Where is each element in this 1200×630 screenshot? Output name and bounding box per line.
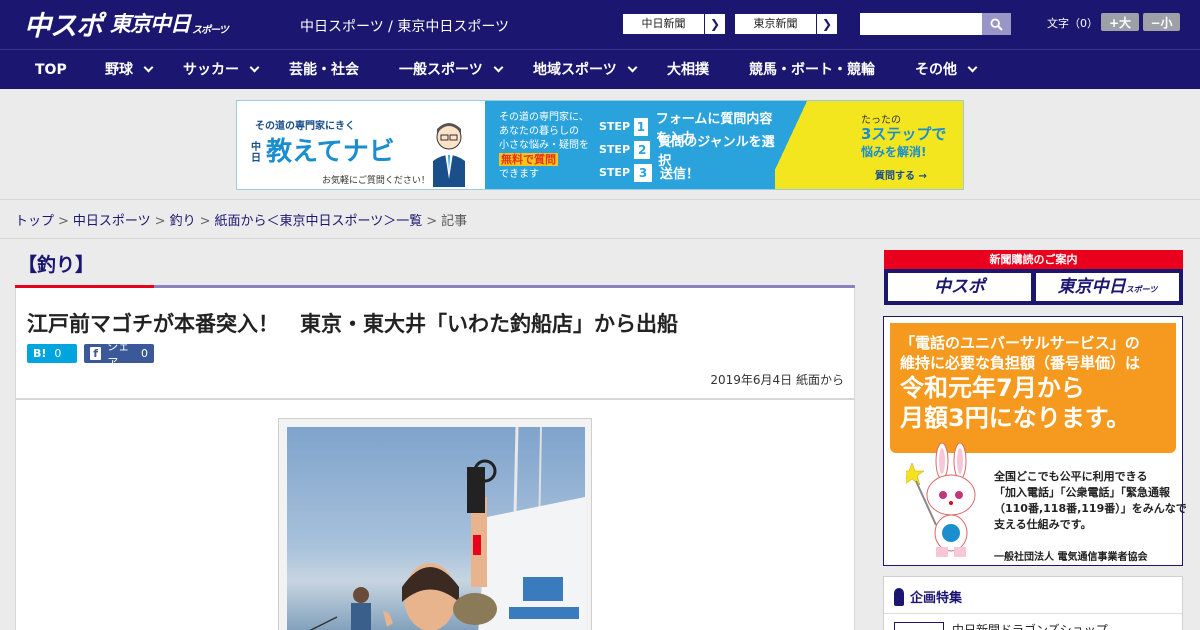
chuspo-logo[interactable]: 中スポ [24, 8, 103, 42]
nav-top[interactable]: TOP [35, 50, 67, 90]
tokyo-chunichi-logo[interactable]: 東京中日 スポーツ [110, 8, 229, 38]
nav-sumo[interactable]: 大相撲 [667, 50, 709, 90]
universal-service-ad[interactable]: 「電話のユニバーサルサービス」の 維持に必要な負担額（番号単価）は 令和元年7月… [883, 316, 1187, 566]
font-size-label: 文字（0） [1047, 17, 1098, 30]
breadcrumb-fishing[interactable]: 釣り [170, 214, 196, 229]
subscription-heading: 新聞購読のご案内 [884, 250, 1183, 269]
breadcrumb-chunichi-sports[interactable]: 中日スポーツ [73, 214, 151, 229]
font-increase-button[interactable]: +大 [1101, 13, 1139, 31]
nav-baseball[interactable]: 野球 [105, 50, 154, 90]
top-bar: 中スポ 東京中日 スポーツ 中日スポーツ / 東京中日スポーツ 中日新聞 ❯ 東京… [0, 0, 1200, 49]
nav-racing[interactable]: 競馬・ボート・競輪 [749, 50, 875, 90]
tokyo-shimbun-button[interactable]: 東京新聞 ❯ [734, 13, 838, 35]
chevron-down-icon [249, 62, 260, 73]
search-button[interactable] [982, 13, 1011, 35]
nav-general-sports[interactable]: 一般スポーツ [399, 50, 504, 90]
divider [884, 613, 1182, 614]
article-body [15, 399, 855, 630]
article-photo[interactable] [287, 427, 585, 630]
special-item-link[interactable]: 中日新聞ドラゴンズショップ [952, 621, 1108, 630]
chunichi-shimbun-button[interactable]: 中日新聞 ❯ [622, 13, 726, 35]
font-decrease-button[interactable]: −小 [1143, 13, 1180, 31]
chevron-right-icon: ❯ [709, 17, 721, 31]
article-headline: 江戸前マゴチが本番突入！ 東京・東大井「いわた釣船店」から出船 [27, 312, 678, 336]
main-nav: TOP 野球 サッカー 芸能・社会 一般スポーツ 地域スポーツ 大相撲 競馬・ボ… [0, 49, 1200, 89]
oshiete-navi-banner-ad[interactable]: その道の専門家にきく 中日 教えてナビ お気軽にご質問ください！ その道の専門家に… [236, 100, 964, 190]
ribbon-icon [894, 587, 904, 606]
breadcrumb-top[interactable]: トップ [15, 214, 54, 229]
facebook-share-button[interactable]: f シェア 0 [84, 340, 154, 369]
article-category: 【釣り】 [18, 254, 95, 276]
breadcrumb-current: 記事 [441, 214, 468, 229]
nav-other[interactable]: その他 [915, 50, 978, 90]
article-header: 江戸前マゴチが本番突入！ 東京・東大井「いわた釣船店」から出船 B! 0 f シ… [15, 288, 855, 399]
chevron-right-icon: ❯ [821, 17, 833, 31]
breadcrumb: トップ > 中日スポーツ > 釣り > 紙面から＜東京中日スポーツ＞一覧 > 記事 [15, 214, 468, 229]
facebook-icon: f [90, 347, 102, 360]
chevron-down-icon [627, 62, 638, 73]
site-links[interactable]: 中日スポーツ / 東京中日スポーツ [300, 16, 509, 36]
search-input[interactable] [860, 13, 982, 35]
photo-frame [278, 418, 592, 630]
photo-illustration [309, 427, 585, 630]
special-features-title: 企画特集 [894, 587, 962, 606]
article-date: 2019年6月4日 紙面から [710, 373, 844, 387]
subscription-box: 新聞購読のご案内 中スポ 東京中日スポーツ [884, 250, 1183, 305]
breadcrumb-paper-list[interactable]: 紙面から＜東京中日スポーツ＞一覧 [215, 214, 423, 229]
nav-local-sports[interactable]: 地域スポーツ [533, 50, 638, 90]
chevron-down-icon [967, 62, 978, 73]
special-features-box: 企画特集 中日新聞ドラゴンズショップ [883, 576, 1183, 630]
advisor-illustration [433, 123, 465, 187]
search-icon [990, 17, 1003, 31]
special-item-thumbnail[interactable] [894, 622, 944, 630]
bunny-mascot-illustration [906, 443, 976, 557]
subscribe-tokyo-chunichi-button[interactable]: 東京中日スポーツ [1036, 273, 1179, 301]
hatena-icon: B! [33, 347, 47, 360]
chevron-down-icon [143, 62, 154, 73]
hatena-bookmark-button[interactable]: B! 0 [27, 344, 77, 363]
subscribe-chuspo-button[interactable]: 中スポ [888, 273, 1031, 301]
nav-soccer[interactable]: サッカー [183, 50, 260, 90]
divider [0, 238, 1200, 239]
chevron-down-icon [493, 62, 504, 73]
nav-entertainment[interactable]: 芸能・社会 [289, 50, 359, 90]
